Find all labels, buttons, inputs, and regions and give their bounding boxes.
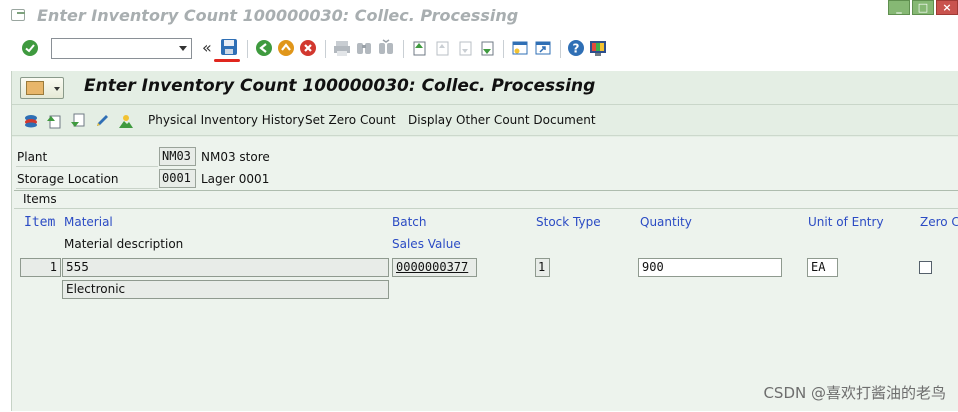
- command-field[interactable]: [51, 38, 192, 59]
- column-header-sales-value[interactable]: Sales Value: [392, 237, 461, 251]
- chevron-down-icon: [54, 87, 60, 91]
- previous-document-icon[interactable]: [46, 113, 62, 129]
- material-field[interactable]: 555: [62, 258, 389, 277]
- storage-location-label: Storage Location: [17, 172, 119, 186]
- unit-of-entry-field[interactable]: EA: [807, 258, 838, 277]
- enter-icon[interactable]: [21, 39, 39, 57]
- window-menu-icon[interactable]: [11, 9, 25, 21]
- label-underline: [16, 188, 158, 189]
- column-header-unit-of-entry[interactable]: Unit of Entry: [808, 215, 884, 229]
- help-icon[interactable]: ?: [567, 39, 585, 57]
- application-toolbar: Physical Inventory History Set Zero Coun…: [12, 106, 958, 136]
- watermark: CSDN @喜欢打酱油的老鸟: [763, 382, 946, 403]
- pencil-icon[interactable]: [94, 113, 110, 129]
- plant-name: NM03 store: [201, 150, 270, 164]
- storage-location-name: Lager 0001: [201, 172, 269, 186]
- column-header-material-description: Material description: [64, 237, 183, 251]
- back-icon[interactable]: [255, 39, 273, 57]
- exit-icon[interactable]: [277, 39, 295, 57]
- toolbar-separator: [560, 40, 561, 58]
- stack-icon[interactable]: [23, 113, 39, 129]
- column-header-quantity[interactable]: Quantity: [640, 215, 692, 229]
- item-number-field: 1: [20, 258, 61, 277]
- storage-location-field[interactable]: 0001: [159, 169, 196, 188]
- app-title-bar: Enter Inventory Count 100000030: Collec.…: [12, 71, 958, 105]
- page-title: Enter Inventory Count 100000030: Collec.…: [84, 76, 595, 96]
- material-description-field: Electronic: [62, 280, 389, 299]
- create-session-icon[interactable]: [511, 39, 529, 57]
- window-controls: _ □ ×: [888, 0, 958, 18]
- column-header-stock-type[interactable]: Stock Type: [536, 215, 601, 229]
- shortcut-icon[interactable]: [534, 39, 552, 57]
- cancel-icon[interactable]: [299, 39, 317, 57]
- toolbar-separator: [247, 40, 248, 58]
- next-document-icon[interactable]: [70, 113, 86, 129]
- menu-icon: [26, 81, 44, 95]
- svg-text:?: ?: [573, 42, 580, 56]
- items-group: Items Item Material Batch Stock Type Qua…: [14, 190, 958, 411]
- window-titlebar: Enter Inventory Count 100000030: Collec.…: [0, 0, 958, 32]
- find-next-icon[interactable]: [377, 39, 395, 57]
- display-other-count-document-button[interactable]: Display Other Count Document: [408, 113, 596, 127]
- plant-label: Plant: [17, 150, 47, 164]
- chevron-down-icon[interactable]: [179, 46, 187, 51]
- column-header-batch[interactable]: Batch: [392, 215, 427, 229]
- save-icon[interactable]: [220, 38, 238, 56]
- close-button[interactable]: ×: [936, 0, 958, 15]
- minimize-button[interactable]: _: [888, 0, 910, 15]
- column-header-material[interactable]: Material: [64, 215, 113, 229]
- quantity-field[interactable]: 900: [638, 258, 782, 277]
- items-group-title: Items: [23, 192, 57, 206]
- collapse-command-field-icon[interactable]: «: [202, 38, 212, 57]
- application-area: Enter Inventory Count 100000030: Collec.…: [11, 71, 958, 411]
- stock-type-field[interactable]: 1: [535, 258, 550, 277]
- find-icon[interactable]: [355, 39, 373, 57]
- toolbar-separator: [325, 40, 326, 58]
- set-zero-count-button[interactable]: Set Zero Count: [305, 113, 396, 127]
- label-underline: [16, 166, 158, 167]
- maximize-button[interactable]: □: [912, 0, 934, 15]
- menu-button[interactable]: [20, 77, 64, 99]
- previous-page-icon[interactable]: [433, 39, 451, 57]
- sales-value-field[interactable]: 0000000377: [392, 258, 477, 277]
- customize-layout-icon[interactable]: [589, 39, 607, 57]
- first-page-icon[interactable]: [410, 39, 428, 57]
- print-icon[interactable]: [333, 39, 351, 57]
- save-highlight-mark: [214, 59, 240, 62]
- toolbar-separator: [403, 40, 404, 58]
- zero-count-checkbox[interactable]: [919, 261, 932, 274]
- column-header-item[interactable]: Item: [24, 215, 55, 230]
- column-header-zero-count[interactable]: Zero Co: [920, 215, 958, 229]
- person-landscape-icon[interactable]: [118, 113, 134, 129]
- next-page-icon[interactable]: [456, 39, 474, 57]
- toolbar-separator: [503, 40, 504, 58]
- plant-field[interactable]: NM03: [159, 147, 196, 166]
- physical-inventory-history-button[interactable]: Physical Inventory History: [148, 113, 304, 127]
- window-title: Enter Inventory Count 100000030: Collec.…: [37, 6, 518, 25]
- last-page-icon[interactable]: [478, 39, 496, 57]
